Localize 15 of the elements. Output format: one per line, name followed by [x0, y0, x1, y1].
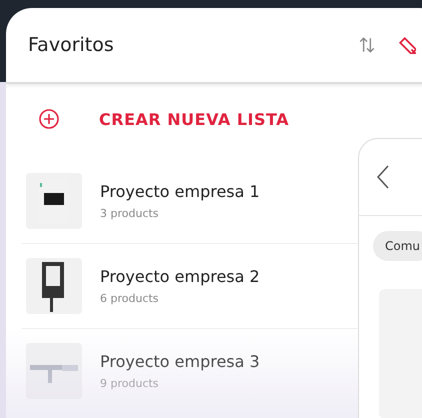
list-name: Proyecto empresa 1	[100, 182, 260, 201]
list-name: Proyecto empresa 2	[100, 267, 260, 286]
edit-icon[interactable]	[398, 36, 416, 54]
create-list-button[interactable]: CREAR NUEVA LISTA	[39, 109, 290, 129]
add-icon	[39, 109, 59, 129]
product-count: 9 products	[100, 377, 160, 390]
panel-title: Favoritos	[28, 34, 114, 56]
product-count: 3 products	[100, 207, 160, 220]
list-name: Proyecto empresa 3	[100, 352, 260, 371]
product-count: 6 products	[100, 292, 160, 305]
sort-icon[interactable]	[358, 36, 376, 54]
list-item[interactable]: Proyecto empresa 1 3 products	[22, 159, 360, 244]
list-item[interactable]: Proyecto empresa 2 6 products	[22, 244, 360, 329]
back-icon[interactable]	[377, 164, 389, 190]
filter-chip[interactable]: Comu	[373, 231, 422, 261]
